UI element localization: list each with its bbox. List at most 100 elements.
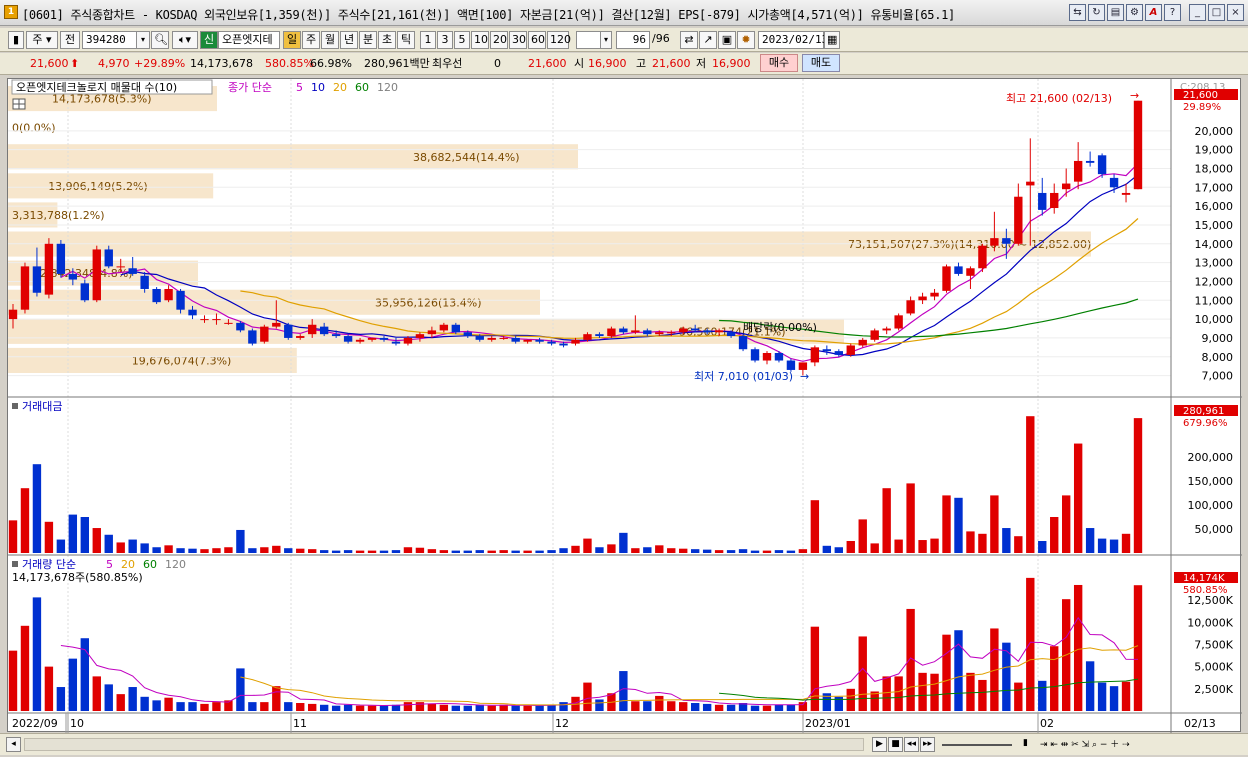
amount-y-tick: 50,000: [1195, 523, 1234, 536]
volume-bar: [487, 705, 496, 711]
chart-area[interactable]: 14,173,678(5.3%) 0(0.0%) 38,682,544(14.4%)…: [7, 78, 1242, 733]
amount-bar: [655, 545, 664, 553]
candle-body: [918, 296, 927, 301]
amount-bar: [56, 539, 66, 553]
period-select-value: 주: [32, 33, 43, 46]
amount-bar: [798, 549, 808, 553]
amount-bar: [140, 543, 149, 553]
interval-button-0[interactable]: 1: [420, 31, 436, 49]
interval-button-4[interactable]: 20: [490, 31, 508, 49]
arrow-tool-icon[interactable]: ⇄: [680, 31, 698, 49]
text-icon[interactable]: A: [1145, 4, 1162, 21]
volume-bar: [930, 673, 939, 711]
amount-bar: [702, 549, 712, 553]
amount-bar: [80, 517, 89, 553]
amount-bar: [966, 531, 975, 553]
candle-body: [1085, 160, 1095, 163]
period-tab-1[interactable]: 주: [302, 31, 320, 49]
candle-body: [284, 324, 293, 338]
date-input[interactable]: 2023/02/13: [758, 31, 828, 49]
volume-profile-label: 38,682,544(14.4%): [413, 151, 520, 164]
interval-button-3[interactable]: 10: [471, 31, 489, 49]
amount-bar: [942, 495, 951, 553]
print-icon[interactable]: ▤: [1107, 4, 1124, 21]
amount-bar: [762, 550, 772, 553]
amount-bar: [1109, 539, 1119, 553]
minimize-button[interactable]: _: [1189, 4, 1206, 21]
volume-bar: [439, 704, 449, 711]
period-tab-2[interactable]: 월: [321, 31, 339, 49]
menu-icon[interactable]: ▮: [8, 31, 24, 49]
sell-button[interactable]: 매도: [802, 54, 840, 72]
volume-bar: [858, 636, 867, 711]
stop-icon[interactable]: ■: [888, 737, 903, 752]
period-tab-6[interactable]: 틱: [397, 31, 415, 49]
search-icon[interactable]: 🔍︎: [151, 31, 169, 49]
candle-body: [44, 243, 54, 295]
gear-icon[interactable]: ✹: [737, 31, 755, 49]
stock-chart[interactable]: 14,173,678(5.3%)0(0.0%)38,682,544(14.4%)…: [8, 79, 1242, 733]
period-tab-3[interactable]: 년: [340, 31, 358, 49]
link-icon[interactable]: ⇆: [1069, 4, 1086, 21]
maximize-button[interactable]: □: [1208, 4, 1225, 21]
price-y-tick: 18,000: [1195, 162, 1234, 175]
volume-profile-label: 35,956,126(13.4%): [375, 296, 482, 309]
interval-dropdown-icon[interactable]: ▾: [600, 31, 612, 49]
amount-bar: [559, 548, 568, 553]
volume-bar: [355, 705, 365, 711]
ma-legend-item: 5: [296, 81, 303, 94]
amount-legend-icon: [12, 403, 18, 409]
step-forward-icon[interactable]: ▸▸: [920, 737, 935, 752]
code-dropdown-icon[interactable]: ▾: [136, 31, 150, 49]
candle-body: [822, 349, 832, 352]
volume-bar: [116, 694, 125, 711]
volume-profile-label: 3,313,788(1.2%): [12, 209, 105, 222]
amount-bar: [152, 547, 161, 553]
zoom-slider[interactable]: [942, 744, 1012, 746]
candle-body: [966, 268, 975, 276]
save-icon[interactable]: ▣: [718, 31, 736, 49]
step-back-icon[interactable]: ◂◂: [904, 737, 919, 752]
period-tab-0[interactable]: 일: [283, 31, 301, 49]
stock-name-field[interactable]: 오픈엣지테: [218, 31, 280, 49]
scroll-thumb-icon[interactable]: ▮: [1018, 737, 1033, 752]
candle-body: [319, 326, 329, 335]
scroll-track[interactable]: [24, 738, 864, 751]
volume-bar: [714, 704, 724, 711]
period-tab-5[interactable]: 초: [378, 31, 396, 49]
speaker-icon[interactable]: 🔈︎▾: [172, 31, 198, 49]
scroll-left-icon[interactable]: ◂: [6, 737, 21, 752]
interval-button-5[interactable]: 30: [509, 31, 527, 49]
amount-bar: [619, 532, 628, 553]
volume-y-tick: 5,000K: [1194, 661, 1233, 674]
candle-body: [272, 322, 281, 327]
price-y-tick: 20,000: [1195, 125, 1234, 138]
settings-icon[interactable]: ⚙: [1126, 4, 1143, 21]
calendar-icon[interactable]: ▦: [824, 31, 840, 49]
help-icon[interactable]: ?: [1164, 4, 1181, 21]
refresh-icon[interactable]: ↻: [1088, 4, 1105, 21]
count-input[interactable]: 96: [616, 31, 650, 49]
prev-button[interactable]: 전: [60, 31, 80, 49]
interval-button-2[interactable]: 5: [454, 31, 470, 49]
amount-tag: 280,961: [1183, 406, 1224, 417]
price-tag: 21,600: [1183, 90, 1218, 101]
chart-tool-icon[interactable]: ↗: [699, 31, 717, 49]
amount-bar: [391, 550, 401, 553]
play-icon[interactable]: ▶: [872, 737, 887, 752]
interval-button-1[interactable]: 3: [437, 31, 453, 49]
volume-y-tick: 12,500K: [1187, 594, 1233, 607]
period-select[interactable]: 주 ▾: [26, 31, 58, 49]
buy-button[interactable]: 매수: [760, 54, 798, 72]
candle-body: [104, 249, 113, 267]
interval-button-7[interactable]: 120: [547, 31, 571, 49]
close-button[interactable]: ×: [1227, 4, 1244, 21]
volume-ma-legend: 5 20 60 120: [106, 558, 186, 571]
candle-body: [523, 339, 532, 342]
interval-button-6[interactable]: 60: [528, 31, 546, 49]
volume-bar: [702, 703, 712, 711]
candle-body: [762, 352, 772, 361]
chart-tools-icon[interactable]: ⇥ ⇤ ⇹ ✂ ⇲ ⌕ − ＋ ⇢: [1040, 737, 1130, 753]
candle-body: [535, 339, 544, 342]
period-tab-4[interactable]: 분: [359, 31, 377, 49]
